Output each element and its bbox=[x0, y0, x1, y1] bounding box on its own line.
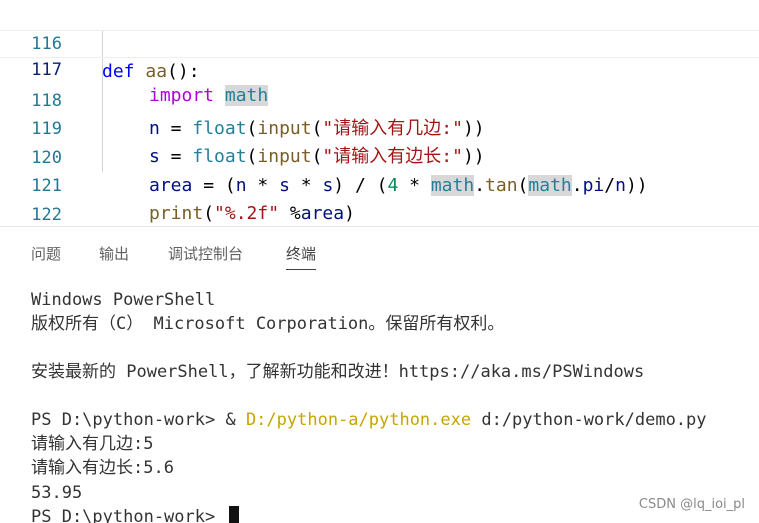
terminal[interactable]: Windows PowerShell 版权所有（C） Microsoft Cor… bbox=[0, 288, 759, 523]
terminal-line: 请输入有边长:5.6 bbox=[31, 458, 174, 478]
terminal-line: 请输入有几边:5 bbox=[31, 434, 154, 454]
code-line-current[interactable]: 117 import math bbox=[0, 30, 759, 106]
tab-problems[interactable]: 问题 bbox=[31, 243, 61, 264]
terminal-line: 版权所有（C） Microsoft Corporation。保留所有权利。 bbox=[31, 314, 505, 334]
terminal-line: 安装最新的 PowerShell，了解新功能和改进！https://aka.ms… bbox=[31, 362, 645, 382]
tab-terminal[interactable]: 终端 bbox=[286, 243, 317, 270]
terminal-cursor bbox=[229, 506, 240, 523]
terminal-line: Windows PowerShell bbox=[31, 290, 216, 310]
watermark: CSDN @lq_ioi_pl bbox=[638, 497, 745, 512]
code-editor[interactable]: 116 def aa(): 117 import math 118 n = fl… bbox=[0, 0, 759, 226]
code-line[interactable]: 119 s = float(input("请输入有边长:")) bbox=[0, 87, 759, 167]
code-line[interactable]: 121 print("%.2f" %area) bbox=[0, 144, 759, 224]
terminal-arg: d:/python-work/demo.py bbox=[471, 410, 707, 430]
code-line[interactable]: 120 area = (n * s * s) / (4 * math.tan(m… bbox=[0, 116, 759, 196]
terminal-line: 53.95 bbox=[31, 483, 83, 503]
terminal-prompt: PS D:\python-work> & bbox=[31, 410, 246, 430]
code-line[interactable]: 118 n = float(input("请输入有几边:")) bbox=[0, 59, 759, 139]
panel-tab-bar: 问题 输出 调试控制台 终端 bbox=[0, 227, 759, 273]
terminal-prompt: PS D:\python-work> bbox=[31, 507, 226, 523]
code-line[interactable]: 122 aa() bbox=[0, 173, 759, 225]
tab-output[interactable]: 输出 bbox=[99, 243, 129, 264]
terminal-command-line: PS D:\python-work> & D:/python-a/python.… bbox=[31, 408, 707, 432]
tab-debug-console[interactable]: 调试控制台 bbox=[168, 243, 243, 264]
terminal-exe-path: D:/python-a/python.exe bbox=[245, 410, 472, 430]
code-line[interactable]: 123 bbox=[0, 201, 759, 226]
terminal-prompt-line[interactable]: PS D:\python-work> bbox=[31, 505, 240, 523]
code-line[interactable]: 116 def aa(): bbox=[0, 2, 759, 82]
vscode-window: 116 def aa(): 117 import math 118 n = fl… bbox=[0, 0, 759, 523]
